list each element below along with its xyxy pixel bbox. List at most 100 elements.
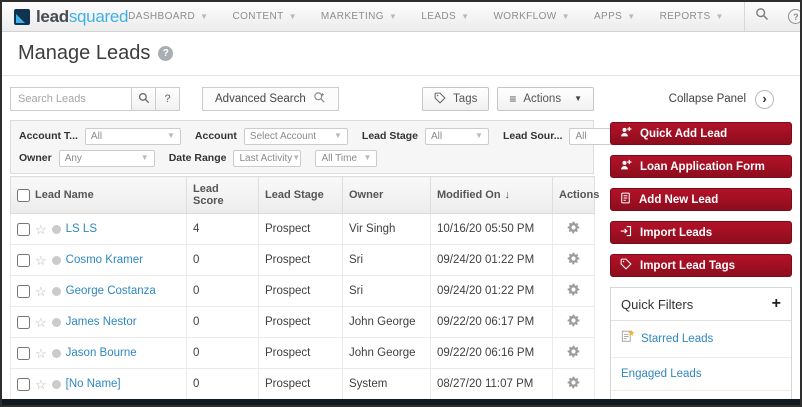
star-icon[interactable]: ☆ — [35, 378, 47, 391]
select-value: Last Activity — [239, 152, 293, 164]
column-header-modified-on[interactable]: Modified On ↓ — [430, 176, 553, 214]
row-checkbox[interactable] — [17, 377, 30, 391]
collapse-panel-label: Collapse Panel — [668, 93, 746, 105]
gear-icon[interactable] — [567, 221, 580, 237]
table-row: ☆ Jason Bourne 0 Prospect John George 09/22/2… — [10, 337, 595, 369]
lead-name-link[interactable]: [No Name] — [66, 378, 121, 390]
lead-name-cell: ☆ Cosmo Kramer — [10, 244, 187, 276]
gear-icon[interactable] — [567, 252, 580, 268]
search-help-button[interactable]: ? — [155, 87, 180, 111]
gear-icon[interactable] — [567, 314, 580, 330]
lead-stage-select[interactable]: All ▼ — [424, 127, 489, 145]
lead-status-dot — [51, 379, 61, 389]
lead-name-link[interactable]: LS LS — [66, 223, 97, 235]
nav-item-workflow[interactable]: WORKFLOW ▼ — [493, 11, 570, 22]
lead-name-cell: ☆ Jason Bourne — [10, 337, 187, 369]
chevron-down-icon: ▼ — [574, 94, 582, 103]
import-leads-button[interactable]: Import Leads — [610, 221, 792, 244]
top-nav: leadsquared DASHBOARD ▼ CONTENT ▼ MARKETING ▼… — [2, 2, 800, 32]
column-header-lead-score[interactable]: Lead Score — [186, 176, 259, 214]
quick-filter-starred-leads[interactable]: Starred Leads — [611, 321, 791, 358]
filter-row-1: Account T... All ▼ Account Select Account ▼ Le… — [19, 125, 662, 147]
row-checkbox[interactable] — [17, 222, 30, 236]
star-icon[interactable]: ☆ — [35, 223, 47, 236]
chevron-down-icon: ▼ — [200, 11, 209, 21]
add-quick-filter-button[interactable]: + — [772, 296, 781, 312]
gear-icon[interactable] — [567, 376, 580, 392]
lead-status-dot — [51, 255, 61, 265]
select-value: Select Account — [249, 130, 317, 142]
owner-cell: System — [342, 368, 431, 400]
select-value: Any — [64, 152, 82, 164]
column-header-owner[interactable]: Owner — [342, 176, 431, 214]
row-checkbox[interactable] — [17, 284, 30, 298]
lead-name-link[interactable]: James Nestor — [66, 316, 137, 328]
nav-item-marketing[interactable]: MARKETING ▼ — [321, 11, 397, 22]
import-icon — [620, 225, 632, 240]
advanced-search-button[interactable]: Advanced Search — [202, 87, 339, 111]
row-checkbox[interactable] — [17, 315, 30, 329]
column-header-lead-stage[interactable]: Lead Stage — [258, 176, 343, 214]
column-header-label: Actions — [559, 189, 600, 201]
tag-icon — [620, 258, 632, 273]
filter-row-2: Owner Any ▼ Date Range Last Activity ▼ All Tim… — [19, 147, 585, 169]
leads-toolbar: ? Advanced Search Tags — [10, 84, 594, 114]
modified-on-cell: 09/24/20 01:22 PM — [430, 275, 553, 307]
bottom-bar — [2, 399, 800, 405]
row-checkbox[interactable] — [17, 253, 30, 267]
select-all-checkbox[interactable] — [17, 188, 30, 202]
owner-select[interactable]: Any ▼ — [58, 149, 155, 167]
search-submit-button[interactable] — [131, 87, 156, 111]
nav-search-button[interactable] — [745, 2, 779, 31]
account-t-select[interactable]: All ▼ — [84, 127, 181, 145]
star-icon[interactable]: ☆ — [35, 347, 47, 360]
lead-name-cell: ☆ James Nestor — [10, 306, 187, 338]
loan-application-form-button[interactable]: Loan Application Form — [610, 155, 792, 178]
account-select[interactable]: Select Account ▼ — [243, 127, 348, 145]
nav-item-content[interactable]: CONTENT ▼ — [232, 11, 296, 22]
row-checkbox[interactable] — [17, 346, 30, 360]
leadsquared-logo[interactable]: leadsquared — [14, 7, 128, 27]
tags-button[interactable]: Tags — [422, 87, 490, 111]
date-range-select[interactable]: Last Activity ▼ — [233, 149, 302, 167]
lead-name-link[interactable]: Jason Bourne — [66, 347, 137, 359]
collapse-panel-button[interactable]: Collapse Panel › — [610, 84, 792, 114]
star-icon[interactable]: ☆ — [35, 285, 47, 298]
gear-icon[interactable] — [567, 283, 580, 299]
nav-item-reports[interactable]: REPORTS ▼ — [660, 11, 724, 22]
chevron-down-icon: ▼ — [363, 153, 372, 162]
chevron-down-icon: ▼ — [715, 11, 724, 21]
nav-item-label: CONTENT — [232, 11, 284, 22]
table-row: ☆ LS LS 4 Prospect Vir Singh 10/16/20 05:50 P… — [10, 213, 595, 245]
quick-filter-engaged-leads[interactable]: Engaged Leads — [611, 358, 791, 392]
column-header-actions[interactable]: Actions — [552, 176, 599, 214]
row-actions-cell — [552, 368, 595, 400]
nav-item-dashboard[interactable]: DASHBOARD ▼ — [128, 11, 208, 22]
nav-help-button[interactable]: ? — [779, 2, 800, 31]
advanced-search-label: Advanced Search — [215, 93, 306, 105]
star-icon[interactable]: ☆ — [35, 254, 47, 267]
gear-icon[interactable] — [567, 345, 580, 361]
column-header-label: Owner — [349, 189, 384, 201]
tags-label: Tags — [453, 93, 478, 105]
lead-name-link[interactable]: George Costanza — [66, 285, 156, 297]
lead-stage-cell: Prospect — [258, 244, 343, 276]
quick-add-lead-button[interactable]: Quick Add Lead — [610, 122, 792, 145]
modified-on-cell: 09/24/20 01:22 PM — [430, 244, 553, 276]
lead-status-dot — [51, 317, 61, 327]
lead-name-link[interactable]: Cosmo Kramer — [66, 254, 143, 266]
actions-button[interactable]: ≡ Actions ▼ — [497, 87, 594, 111]
add-new-lead-button[interactable]: Add New Lead — [610, 188, 792, 211]
form-icon — [620, 192, 631, 207]
column-header-lead-name[interactable]: Lead Name — [10, 176, 187, 214]
date-range-period-select[interactable]: All Time ▼ — [315, 149, 378, 167]
nav-item-leads[interactable]: LEADS ▼ — [421, 11, 469, 22]
star-icon[interactable]: ☆ — [35, 316, 47, 329]
nav-item-apps[interactable]: APPS ▼ — [594, 11, 636, 22]
search-input[interactable] — [10, 87, 132, 111]
select-value: All — [90, 130, 103, 142]
nav-icons: ? ▼ — [743, 2, 800, 31]
page-help-icon[interactable]: ? — [158, 46, 174, 61]
row-actions-cell — [552, 337, 595, 369]
import-lead-tags-button[interactable]: Import Lead Tags — [610, 254, 792, 277]
